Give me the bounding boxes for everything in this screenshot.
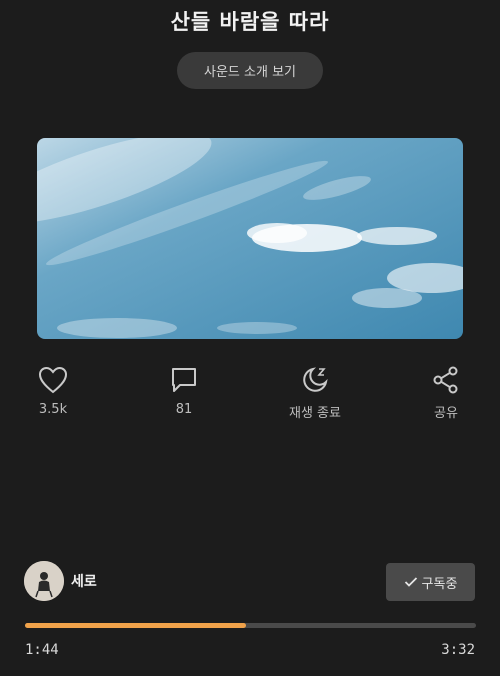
share-icon (433, 366, 458, 394)
total-time: 3:32 (441, 642, 475, 658)
comment-action[interactable]: 81 (139, 364, 229, 417)
like-action[interactable]: 3.5k (8, 364, 98, 417)
sound-artwork (37, 138, 463, 339)
progress-fill (25, 623, 246, 628)
progress-bar[interactable] (25, 623, 476, 628)
avatar-image (24, 561, 64, 601)
current-time: 1:44 (25, 642, 59, 658)
sleep-timer-label: 재생 종료 (289, 406, 341, 421)
subscribe-button[interactable]: 구독중 (386, 563, 475, 601)
sleep-timer-action[interactable]: 재생 종료 (270, 364, 360, 421)
comment-icon (172, 368, 196, 392)
creator-name[interactable]: 세로 (71, 571, 97, 591)
sound-title: 산들 바람을 따라 (170, 10, 330, 34)
comment-count: 81 (175, 402, 193, 417)
share-action[interactable]: 공유 (401, 364, 491, 421)
check-icon (404, 577, 417, 587)
creator-profile[interactable]: 세로 (24, 561, 97, 601)
subscribe-label: 구독중 (421, 576, 458, 592)
heart-icon (38, 366, 68, 394)
sky-clouds-image (37, 138, 463, 339)
like-count: 3.5k (38, 402, 68, 417)
avatar[interactable] (24, 561, 64, 601)
sound-intro-button[interactable]: 사운드 소개 보기 (177, 52, 323, 89)
sleep-moon-icon (303, 367, 328, 392)
share-label: 공유 (434, 406, 458, 421)
action-bar: 3.5k 81 재생 종료 공유 (0, 364, 500, 424)
